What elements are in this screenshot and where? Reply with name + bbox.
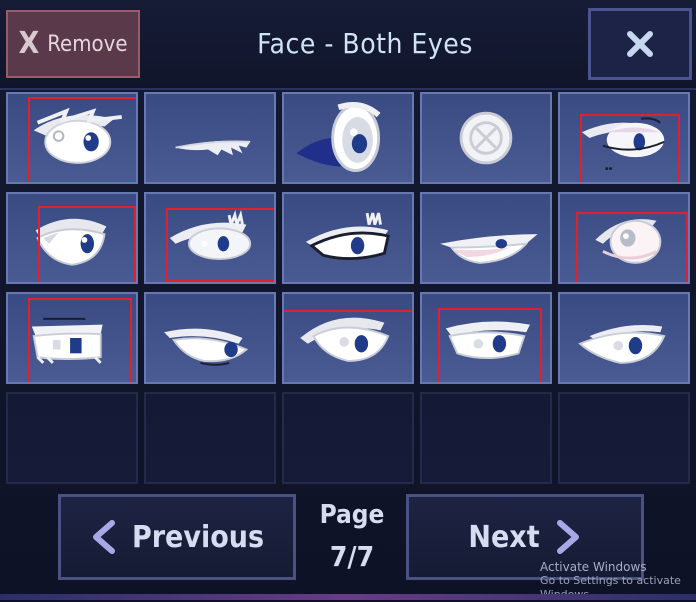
eye-style-7-icon bbox=[169, 210, 252, 260]
eye-option-11[interactable] bbox=[6, 292, 138, 384]
eye-style-6-icon bbox=[35, 218, 107, 266]
remove-button[interactable]: X Remove bbox=[6, 10, 140, 78]
watermark-line-1: Activate Windows bbox=[540, 560, 647, 574]
eye-style-5-icon bbox=[581, 117, 665, 171]
eye-option-3[interactable] bbox=[282, 92, 414, 184]
chevron-right-icon bbox=[556, 520, 579, 554]
eye-options-grid bbox=[6, 92, 696, 488]
next-label: Next bbox=[468, 519, 540, 555]
eye-option-6[interactable] bbox=[6, 192, 138, 284]
eye-option-5[interactable] bbox=[558, 92, 690, 184]
eye-option-8[interactable] bbox=[282, 192, 414, 284]
eye-style-11-icon bbox=[31, 317, 103, 364]
previous-label: Previous bbox=[131, 519, 265, 555]
page-title: Face - Both Eyes bbox=[257, 27, 473, 60]
page-indicator: 7/7 bbox=[329, 540, 375, 573]
empty-slot[interactable] bbox=[282, 392, 414, 484]
eye-style-14-icon bbox=[445, 321, 530, 360]
eye-option-9[interactable] bbox=[420, 192, 552, 284]
header-bar: X Remove Face - Both Eyes bbox=[0, 0, 696, 90]
empty-slot[interactable] bbox=[144, 392, 276, 484]
eye-style-9-icon bbox=[440, 234, 538, 264]
eye-option-14[interactable] bbox=[420, 292, 552, 384]
eye-style-10-icon bbox=[595, 219, 662, 264]
eye-style-15-icon bbox=[578, 324, 666, 364]
eye-style-closed-icon bbox=[175, 140, 251, 156]
eye-option-4[interactable] bbox=[420, 92, 552, 184]
no-eye-icon bbox=[459, 111, 513, 165]
eye-option-15[interactable] bbox=[558, 292, 690, 384]
remove-label: Remove bbox=[47, 31, 128, 57]
bottom-accent-strip bbox=[0, 594, 696, 600]
eye-style-13-icon bbox=[300, 317, 390, 362]
eye-style-dark-blue-icon bbox=[296, 102, 381, 172]
eye-option-2[interactable] bbox=[144, 92, 276, 184]
eye-option-10[interactable] bbox=[558, 192, 690, 284]
previous-button[interactable]: Previous bbox=[58, 494, 296, 580]
eye-option-7[interactable] bbox=[144, 192, 276, 284]
eye-option-13[interactable] bbox=[282, 292, 414, 384]
close-icon bbox=[627, 31, 653, 57]
close-button[interactable] bbox=[588, 8, 692, 80]
eye-style-8-icon bbox=[305, 212, 390, 260]
page-label: Page bbox=[319, 500, 385, 530]
eye-style-12-icon bbox=[164, 328, 249, 366]
empty-slot[interactable] bbox=[6, 392, 138, 484]
eye-option-1[interactable] bbox=[6, 92, 138, 184]
chevron-left-icon bbox=[92, 520, 115, 554]
empty-slot[interactable] bbox=[558, 392, 690, 484]
eye-option-12[interactable] bbox=[144, 292, 276, 384]
eye-style-1-icon bbox=[33, 107, 122, 164]
empty-slot[interactable] bbox=[420, 392, 552, 484]
remove-x-icon: X bbox=[18, 26, 40, 61]
